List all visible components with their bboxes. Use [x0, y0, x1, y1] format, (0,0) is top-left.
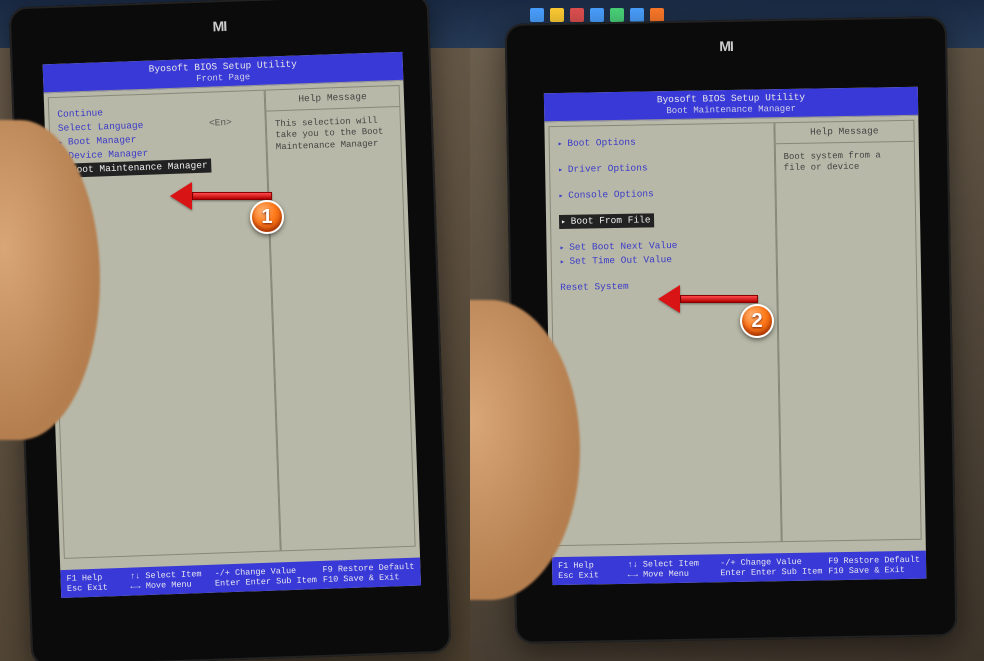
tablet-device: MI Byosoft BIOS Setup Utility Boot Maint…	[505, 16, 958, 644]
bios-screen-boot-maintenance: Byosoft BIOS Setup Utility Boot Maintena…	[544, 87, 927, 585]
help-text: This selection will take you to the Boot…	[267, 107, 401, 161]
arrow-shaft	[192, 192, 272, 200]
mi-logo: MI	[719, 38, 733, 54]
annotation-arrow-2	[658, 285, 758, 313]
footer-enter: Enter Enter Sub Item	[720, 567, 822, 579]
footer-save: F10 Save & Exit	[828, 565, 920, 577]
menu-boot-from-file[interactable]: Boot From File	[559, 213, 655, 229]
bios-help-pane: Help Message This selection will take yo…	[265, 85, 416, 551]
footer-move: ←→ Move Menu	[628, 569, 715, 581]
help-header: Help Message	[775, 121, 914, 144]
footer-enter: Enter Enter Sub Item	[215, 575, 317, 589]
arrow-head-icon	[658, 285, 680, 313]
footer-save: F10 Save & Exit	[323, 572, 415, 586]
help-text: Boot system from a file or device	[775, 142, 914, 183]
bios-help-pane: Help Message Boot system from a file or …	[774, 120, 922, 542]
arrow-shaft	[680, 295, 758, 303]
bios-screen-front-page: Byosoft BIOS Setup Utility Front Page Co…	[43, 52, 421, 598]
step-badge-1: 1	[250, 200, 284, 234]
footer-exit: Esc Exit	[558, 570, 622, 582]
mi-logo: MI	[212, 18, 226, 34]
photo-step-2: MI Byosoft BIOS Setup Utility Boot Maint…	[470, 0, 984, 661]
language-value: <En>	[209, 117, 232, 130]
arrow-head-icon	[170, 182, 192, 210]
monitor-taskbar-icons	[530, 8, 664, 22]
step-badge-2: 2	[740, 304, 774, 338]
bios-footer: F1 Help ↑↓ Select Item -/+ Change Value …	[60, 557, 421, 598]
footer-move: ←→ Move Menu	[130, 579, 209, 592]
bios-footer: F1 Help ↑↓ Select Item -/+ Change Value …	[552, 550, 926, 585]
footer-exit: Esc Exit	[67, 582, 125, 595]
photo-step-1: MI Byosoft BIOS Setup Utility Front Page…	[0, 0, 470, 661]
